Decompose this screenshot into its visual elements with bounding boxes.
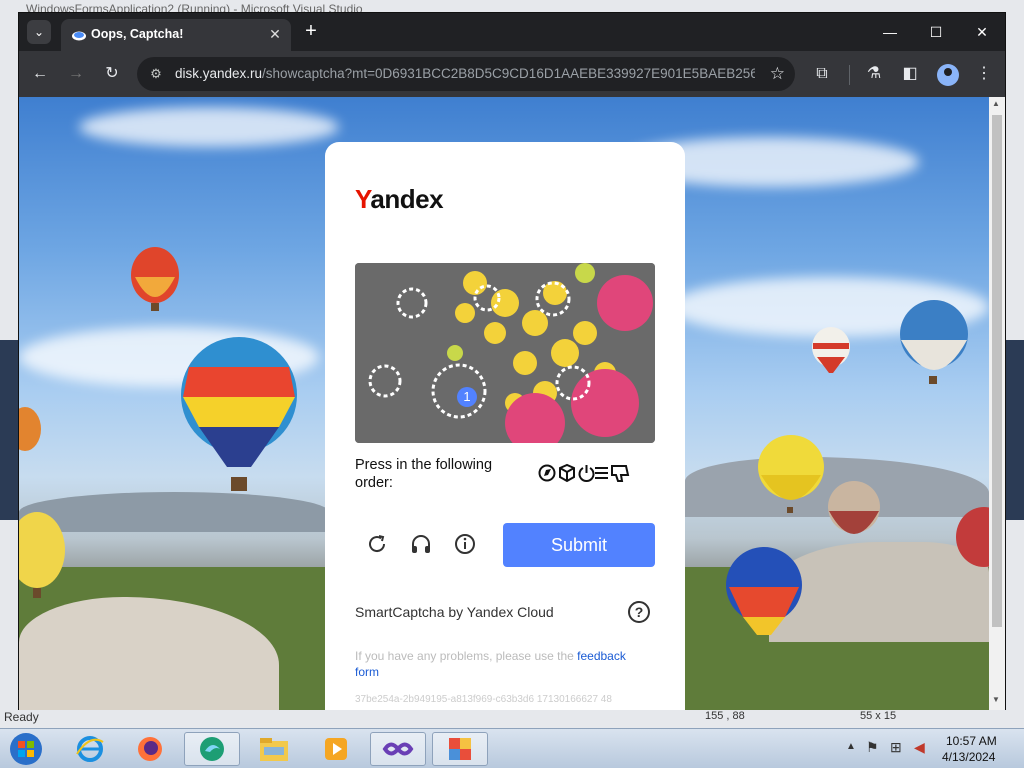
yandex-disk-favicon-icon — [72, 31, 86, 41]
tab-search-button[interactable]: ⌄ — [27, 20, 51, 44]
captcha-card: Yandex 1 Press in the following order: S… — [325, 142, 685, 710]
balloon-image — [19, 512, 65, 598]
order-icons-sequence — [538, 463, 630, 483]
order-instruction: Press in the following order: — [355, 457, 493, 491]
clock-date[interactable]: 4/13/2024 — [942, 750, 995, 764]
status-ready: Ready — [4, 710, 39, 724]
smartcaptcha-branding: SmartCaptcha by Yandex Cloud — [355, 604, 554, 620]
scroll-down-arrow-icon[interactable]: ▼ — [992, 695, 1000, 704]
tab-active[interactable]: Oops, Captcha! ✕ — [61, 19, 291, 51]
status-size: 55 x 15 — [860, 710, 897, 722]
windows-forms-icon[interactable] — [432, 732, 488, 766]
tab-close-icon[interactable]: ✕ — [267, 26, 283, 42]
extensions-icon[interactable]: ⧉ — [811, 63, 833, 85]
internet-explorer-icon[interactable] — [62, 732, 118, 766]
bookmark-star-icon[interactable]: ☆ — [770, 64, 785, 84]
reload-button[interactable]: ↻ — [101, 63, 123, 85]
info-icon[interactable] — [453, 532, 477, 556]
media-player-icon[interactable] — [308, 732, 364, 766]
balloon-image — [181, 337, 297, 491]
refresh-icon[interactable] — [365, 532, 389, 556]
file-explorer-icon[interactable] — [246, 732, 302, 766]
scroll-up-arrow-icon[interactable]: ▲ — [992, 99, 1000, 108]
address-bar[interactable]: ⚙ disk.yandex.ru/showcaptcha?mt=0D6931BC… — [137, 57, 795, 91]
page-viewport: Yandex 1 Press in the following order: S… — [19, 97, 989, 710]
menu-icon — [595, 467, 608, 479]
captcha-flowers-image — [355, 263, 655, 443]
status-position: 155 , 88 — [705, 710, 745, 722]
back-button[interactable]: ← — [29, 63, 51, 85]
profile-avatar[interactable] — [937, 64, 959, 86]
show-hidden-icons-icon[interactable]: ▲ — [846, 741, 856, 752]
balloon-image — [758, 435, 824, 513]
submit-button[interactable]: Submit — [503, 523, 655, 567]
firefox-icon[interactable] — [122, 732, 178, 766]
edge-icon[interactable] — [184, 732, 240, 766]
balloon-image — [726, 547, 802, 635]
balloon-image — [828, 481, 880, 534]
forward-button[interactable]: → — [65, 63, 87, 85]
page-scrollbar[interactable]: ▲ ▼ — [989, 97, 1005, 710]
visual-studio-icon[interactable] — [370, 732, 426, 766]
taskbar: ▲ ⚑ ⊞ ◀ 10:57 AM 4/13/2024 — [0, 728, 1024, 768]
scroll-thumb[interactable] — [992, 115, 1002, 627]
cube-icon — [559, 463, 575, 483]
help-icon[interactable]: ? — [628, 601, 650, 623]
problem-text: If you have any problems, please use the — [355, 649, 578, 663]
menu-kebab-icon[interactable]: ⋮ — [973, 63, 995, 85]
browser-window: ⌄ Oops, Captcha! ✕ + — ☐ ✕ ← → ↻ ⚙ disk.… — [18, 12, 1006, 710]
compass-icon — [538, 464, 556, 482]
minimize-button[interactable]: — — [875, 21, 905, 43]
side-panel-icon[interactable]: ◧ — [899, 63, 921, 85]
captcha-token: 37be254a-2b949195-a813f969-c63b3d6 17130… — [355, 694, 612, 705]
start-button[interactable] — [6, 731, 46, 767]
close-window-button[interactable]: ✕ — [967, 21, 997, 43]
action-center-flag-icon[interactable]: ⚑ — [866, 739, 879, 756]
audio-headphones-icon[interactable] — [409, 532, 433, 556]
yandex-logo: Yandex — [355, 184, 444, 215]
balloon-image — [812, 327, 850, 373]
volume-muted-icon[interactable]: ◀ — [914, 739, 925, 756]
browser-toolbar: ← → ↻ ⚙ disk.yandex.ru/showcaptcha?mt=0D… — [19, 51, 1005, 97]
balloon-image — [131, 247, 179, 311]
toolbar-separator — [849, 65, 850, 85]
url-host: disk.yandex.ru — [175, 66, 263, 81]
background-panel-left — [0, 340, 18, 520]
captcha-image[interactable]: 1 — [355, 263, 655, 443]
site-info-icon[interactable]: ⚙ — [147, 65, 165, 83]
new-tab-button[interactable]: + — [301, 21, 321, 42]
network-icon[interactable]: ⊞ — [890, 739, 902, 756]
clock-time[interactable]: 10:57 AM — [946, 734, 997, 748]
labs-flask-icon[interactable]: ⚗ — [863, 63, 885, 85]
balloon-image — [956, 507, 989, 567]
thumbs-down-icon — [611, 465, 630, 482]
url-text[interactable]: disk.yandex.ru/showcaptcha?mt=0D6931BCC2… — [175, 66, 755, 81]
balloon-image — [19, 407, 41, 451]
tab-bar: ⌄ Oops, Captcha! ✕ + — ☐ ✕ — [19, 13, 1005, 51]
click-order-marker: 1 — [457, 387, 477, 407]
logo-letter-y: Y — [355, 184, 371, 214]
url-path: /showcaptcha?mt=0D6931BCC2B8D5C9CD16D1AA… — [262, 66, 755, 81]
cloud — [79, 107, 339, 147]
problem-message: If you have any problems, please use the… — [355, 648, 645, 680]
balloon-image — [900, 300, 968, 384]
background-panel-right — [1005, 340, 1024, 520]
maximize-button[interactable]: ☐ — [921, 21, 951, 43]
power-icon — [578, 465, 595, 482]
tab-title: Oops, Captcha! — [91, 27, 184, 41]
logo-text: andex — [370, 184, 444, 214]
